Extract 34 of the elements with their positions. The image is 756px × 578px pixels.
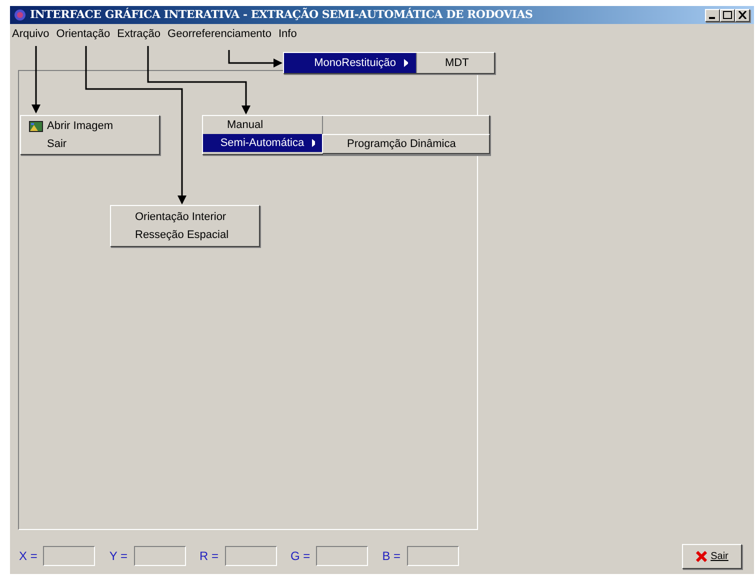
coordinate-field[interactable] bbox=[406, 546, 459, 566]
folder-picture-icon bbox=[29, 120, 43, 132]
coordinate-label: R = bbox=[200, 548, 219, 565]
coordinate-field[interactable] bbox=[134, 546, 186, 566]
menu-item[interactable]: Semi-Automática bbox=[203, 134, 323, 152]
close-icon bbox=[696, 550, 707, 562]
exit-button[interactable]: Sair bbox=[682, 544, 742, 568]
submenu-arrow-icon bbox=[312, 139, 315, 147]
minimize-icon[interactable] bbox=[705, 8, 720, 22]
close-icon[interactable] bbox=[735, 8, 750, 22]
menu-item[interactable]: Orientação Interior bbox=[111, 208, 259, 226]
menu-item[interactable]: Abrir Imagem bbox=[21, 117, 159, 135]
coordinate-label: X = bbox=[19, 548, 38, 565]
menu-bar-item[interactable]: Info bbox=[278, 26, 297, 42]
coordinate-field[interactable] bbox=[316, 546, 368, 566]
menu-bar-item[interactable]: Georreferenciamento bbox=[168, 26, 272, 42]
coordinate-field[interactable] bbox=[43, 546, 96, 566]
submenu-arrow-icon bbox=[404, 59, 408, 67]
menu-bar-item[interactable]: Orientação bbox=[56, 26, 110, 42]
menu-item[interactable]: Sair bbox=[21, 135, 159, 153]
menu-item[interactable]: Resseção Espacial bbox=[111, 226, 259, 244]
app-icon bbox=[14, 9, 26, 21]
menu-bar-item[interactable]: Extração bbox=[117, 26, 161, 42]
menu-bar-item[interactable]: Arquivo bbox=[12, 26, 50, 42]
annotation-arrow bbox=[32, 46, 40, 114]
coordinate-label: Y = bbox=[109, 548, 128, 565]
coordinate-field[interactable] bbox=[224, 546, 277, 566]
coordinate-label: B = bbox=[382, 548, 401, 565]
menu-item[interactable]: MDT bbox=[416, 53, 494, 73]
maximize-icon[interactable] bbox=[720, 8, 735, 22]
menu-item[interactable]: Programção Dinâmica bbox=[323, 135, 489, 153]
menu-item[interactable]: MonoRestituição bbox=[284, 53, 416, 73]
window-title: INTERFACE GRÁFICA INTERATIVA - EXTRAÇÃO SEMI-AUTOMÁTICA DE RODOVIAS bbox=[30, 6, 534, 23]
coordinate-label: G = bbox=[290, 548, 310, 565]
